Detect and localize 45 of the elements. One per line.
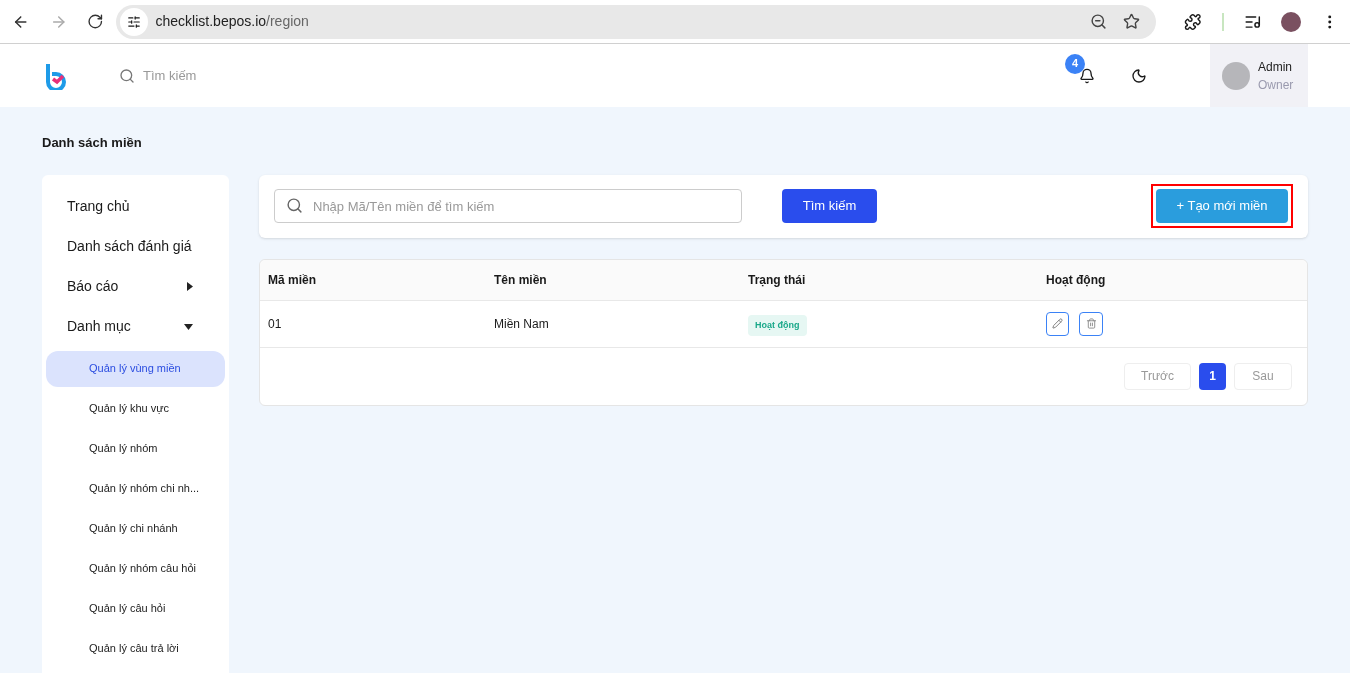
sidebar-item[interactable]: Báo cáo: [46, 266, 225, 307]
sidebar-subitem[interactable]: Quản lý chi nhánh: [46, 510, 225, 547]
zoom-out-icon[interactable]: [1090, 13, 1108, 30]
user-menu[interactable]: Admin Owner: [1210, 44, 1308, 107]
notification-count: 4: [1065, 53, 1085, 74]
search-icon: [286, 197, 303, 214]
column-header: Mã miền: [268, 271, 317, 289]
logo-icon: [45, 61, 67, 90]
table-cell-text: Miền Nam: [494, 315, 550, 333]
sidebar-subitem[interactable]: Quản lý nhóm: [46, 430, 225, 467]
column-header: Trạng thái: [748, 271, 807, 289]
user-avatar: [1222, 61, 1250, 90]
sidebar-subitem[interactable]: Quản lý vùng miền: [46, 350, 225, 387]
user-role: Owner: [1258, 76, 1294, 94]
profile-avatar[interactable]: [1281, 11, 1301, 32]
user-name: Admin: [1258, 58, 1293, 76]
star-icon[interactable]: [1123, 13, 1141, 30]
region-search-field[interactable]: Nhập Mã/Tên miền để tìm kiếm: [274, 189, 742, 223]
table-cell-text: 01: [268, 315, 283, 333]
search-button[interactable]: Tìm kiếm: [782, 189, 877, 223]
url-text: checklist.bepos.io/region: [155, 12, 309, 31]
page-button[interactable]: 1: [1199, 362, 1226, 390]
sidebar-subitem[interactable]: Quản lý nhóm chi nh...: [46, 470, 225, 507]
dark-mode-icon[interactable]: [1131, 67, 1147, 84]
pencil-icon: [1052, 318, 1063, 329]
column-header: Hoạt động: [1046, 271, 1107, 289]
site-settings-icon[interactable]: [119, 7, 148, 36]
sidebar-item[interactable]: Danh mục: [46, 306, 225, 347]
sidebar-item[interactable]: Trang chủ: [46, 186, 225, 227]
sidebar-subitem[interactable]: Quản lý khu vực: [46, 390, 225, 427]
reload-icon[interactable]: [87, 13, 104, 30]
sidebar-subitem[interactable]: Quản lý nhóm câu hỏi: [46, 550, 225, 587]
sidebar-item[interactable]: Danh sách đánh giá: [46, 226, 225, 267]
page-title: Danh sách miền: [42, 134, 143, 152]
column-header: Tên miền: [494, 271, 548, 289]
delete-button[interactable]: [1079, 311, 1103, 336]
notification-bell-icon[interactable]: [1079, 67, 1095, 84]
search-icon: [119, 67, 135, 84]
trash-icon: [1085, 318, 1097, 329]
address-bar[interactable]: checklist.bepos.io/region: [115, 4, 1157, 39]
extensions-icon[interactable]: [1184, 12, 1202, 31]
edit-button[interactable]: [1046, 311, 1069, 336]
sidebar-subitem[interactable]: Quản lý câu hỏi: [46, 590, 225, 627]
status-tag: Hoạt động: [748, 314, 807, 337]
sidebar-subitem[interactable]: Quản lý câu trả lời: [46, 630, 225, 667]
